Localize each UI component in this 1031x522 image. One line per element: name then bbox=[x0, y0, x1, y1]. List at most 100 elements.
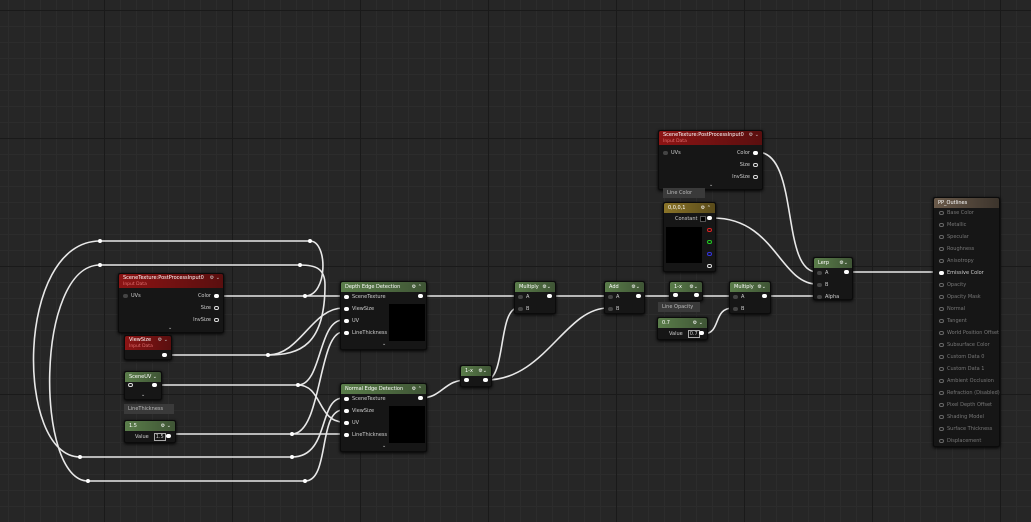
expand-chevron-icon[interactable]: ⌄ bbox=[141, 392, 145, 398]
output-pin[interactable] bbox=[418, 396, 423, 400]
output-pin[interactable] bbox=[152, 383, 157, 387]
output-pin-size[interactable]: Size bbox=[201, 305, 219, 311]
output-pin-specular[interactable]: Specular bbox=[939, 234, 969, 240]
output-pin-anisotropy[interactable]: Anisotropy bbox=[939, 258, 974, 264]
line-color-constant-node[interactable]: 0,0,0,1 ⚙ ⌃ Constant bbox=[663, 202, 716, 272]
output-pin-emissive-color[interactable]: Emissive Color bbox=[939, 270, 984, 276]
output-pin-opacity-mask[interactable]: Opacity Mask bbox=[939, 294, 981, 300]
node-options-icon[interactable]: ⚙ ⌄ bbox=[158, 337, 168, 343]
node-options-icon[interactable]: ⚙⌄ bbox=[689, 284, 698, 290]
output-pin-invsize[interactable]: InvSize bbox=[193, 317, 219, 323]
input-pin-uvs[interactable]: UVs bbox=[663, 150, 681, 156]
output-pin-custom-data-0[interactable]: Custom Data 0 bbox=[939, 354, 984, 360]
material-graph-canvas[interactable]: SceneTexture:PostProcessInput0 Input Data… bbox=[0, 0, 1031, 522]
constant-color-swatch[interactable]: Constant bbox=[675, 216, 707, 222]
material-output-node[interactable]: PP_Outlines Base Color Metallic Specular Ro… bbox=[933, 197, 1000, 447]
node-options-icon[interactable]: ⚙ ⌄ bbox=[693, 320, 703, 326]
collapse-icon[interactable]: ⚙ ⌃ bbox=[412, 386, 422, 392]
one-minus-node-2[interactable]: 1-x ⚙⌄ bbox=[669, 281, 703, 301]
output-pin[interactable] bbox=[166, 434, 171, 438]
output-pin-size[interactable]: Size bbox=[740, 162, 758, 168]
scene-uv-node[interactable]: SceneUV ⌄ ⌄ bbox=[124, 371, 162, 400]
input-pin-b[interactable]: B bbox=[518, 306, 529, 312]
output-pin[interactable] bbox=[844, 270, 849, 274]
expand-chevron-icon[interactable]: ⌄ bbox=[382, 341, 386, 347]
node-options-icon[interactable]: ⚙⌄ bbox=[478, 368, 487, 374]
node-options-icon[interactable]: ⚙⌄ bbox=[757, 284, 766, 290]
input-pin-linethickness[interactable]: LineThickness bbox=[344, 432, 387, 438]
output-pin-opacity[interactable]: Opacity bbox=[939, 282, 966, 288]
node-options-icon[interactable]: ⚙ ⌄ bbox=[210, 275, 220, 281]
output-pin[interactable] bbox=[483, 378, 488, 382]
output-pin-normal[interactable]: Normal bbox=[939, 306, 965, 312]
output-pin[interactable] bbox=[418, 294, 423, 298]
node-options-icon[interactable]: ⚙ ⌄ bbox=[161, 423, 171, 429]
value-field[interactable]: Value 1.5 bbox=[135, 433, 166, 441]
node-options-icon[interactable]: ⚙⌄ bbox=[631, 284, 640, 290]
input-pin-viewsize[interactable]: ViewSize bbox=[344, 306, 374, 312]
normal-edge-detection-node[interactable]: Normal Edge Detection ⚙ ⌃ SceneTexture Vi… bbox=[340, 383, 427, 452]
output-pin-pixel-depth-offset[interactable]: Pixel Depth Offset bbox=[939, 402, 992, 408]
chevron-down-icon[interactable]: ⌄ bbox=[153, 374, 157, 380]
multiply-node-2[interactable]: Multiply ⚙⌄ A B bbox=[729, 281, 771, 314]
input-pin-a[interactable]: A bbox=[608, 294, 619, 300]
node-options-icon[interactable]: ⚙⌄ bbox=[839, 260, 848, 266]
input-pin-scenetexture[interactable]: SceneTexture bbox=[344, 294, 386, 300]
output-pin-invsize[interactable]: InvSize bbox=[732, 174, 758, 180]
output-pin-tangent[interactable]: Tangent bbox=[939, 318, 967, 324]
input-pin-linethickness[interactable]: LineThickness bbox=[344, 330, 387, 336]
collapse-icon[interactable]: ⚙ ⌃ bbox=[412, 284, 422, 290]
collapse-icon[interactable]: ⚙ ⌃ bbox=[701, 205, 711, 211]
view-size-node[interactable]: ViewSize Input Data ⚙ ⌄ bbox=[124, 335, 172, 360]
input-pin-uvs[interactable]: UVs bbox=[123, 293, 141, 299]
input-pin[interactable] bbox=[128, 383, 133, 387]
input-pin-b[interactable]: B bbox=[608, 306, 619, 312]
input-pin-b[interactable]: B bbox=[817, 282, 828, 288]
output-pin[interactable] bbox=[694, 293, 699, 297]
output-pin[interactable] bbox=[547, 294, 552, 298]
output-pin-displacement[interactable]: Displacement bbox=[939, 438, 981, 444]
input-pin-scenetexture[interactable]: SceneTexture bbox=[344, 396, 386, 402]
input-pin-a[interactable]: A bbox=[733, 294, 744, 300]
scene-texture-node-right[interactable]: SceneTexture:PostProcessInput0 Input Data… bbox=[658, 130, 763, 190]
input-pin[interactable] bbox=[673, 293, 678, 297]
input-pin-alpha[interactable]: Alpha bbox=[817, 294, 839, 300]
output-pin[interactable] bbox=[699, 331, 704, 335]
depth-edge-detection-node[interactable]: Depth Edge Detection ⚙ ⌃ SceneTexture Vie… bbox=[340, 281, 427, 350]
line-opacity-param-node[interactable]: 0.7 ⚙ ⌄ Value 0.7 bbox=[657, 317, 708, 340]
node-options-icon[interactable]: ⚙⌄ bbox=[542, 284, 551, 290]
output-pin-g[interactable] bbox=[707, 240, 712, 244]
output-pin-r[interactable] bbox=[707, 228, 712, 232]
input-pin-uv[interactable]: UV bbox=[344, 318, 359, 324]
node-options-icon[interactable]: ⚙ ⌄ bbox=[749, 132, 759, 138]
output-pin[interactable] bbox=[762, 294, 767, 298]
output-pin-rgba[interactable] bbox=[707, 216, 712, 220]
multiply-node-1[interactable]: Multiply ⚙⌄ A B bbox=[514, 281, 556, 314]
output-pin-roughness[interactable]: Roughness bbox=[939, 246, 974, 252]
line-thickness-param-node[interactable]: 1.5 ⚙ ⌄ Value 1.5 bbox=[124, 420, 176, 443]
output-pin-refraction-disabled[interactable]: Refraction (Disabled) bbox=[939, 390, 1000, 396]
output-pin-color[interactable]: Color bbox=[737, 150, 758, 156]
input-pin-b[interactable]: B bbox=[733, 306, 744, 312]
output-pin-shading-model[interactable]: Shading Model bbox=[939, 414, 984, 420]
value-field[interactable]: Value 0.7 bbox=[669, 330, 700, 338]
input-pin-a[interactable]: A bbox=[817, 270, 828, 276]
input-pin-viewsize[interactable]: ViewSize bbox=[344, 408, 374, 414]
input-pin[interactable] bbox=[464, 378, 469, 382]
one-minus-node[interactable]: 1-x ⚙⌄ bbox=[460, 365, 492, 387]
output-pin[interactable] bbox=[162, 353, 167, 357]
input-pin-uv[interactable]: UV bbox=[344, 420, 359, 426]
output-pin-metallic[interactable]: Metallic bbox=[939, 222, 966, 228]
add-node[interactable]: Add ⚙⌄ A B bbox=[604, 281, 645, 314]
expand-chevron-icon[interactable]: ⌄ bbox=[168, 325, 172, 331]
output-pin-subsurface-color[interactable]: Subsurface Color bbox=[939, 342, 990, 348]
output-pin[interactable] bbox=[636, 294, 641, 298]
output-pin-custom-data-1[interactable]: Custom Data 1 bbox=[939, 366, 984, 372]
output-pin-ambient-occlusion[interactable]: Ambient Occlusion bbox=[939, 378, 994, 384]
output-pin-base-color[interactable]: Base Color bbox=[939, 210, 974, 216]
scene-texture-node-left[interactable]: SceneTexture:PostProcessInput0 Input Data… bbox=[118, 273, 224, 333]
lerp-node[interactable]: Lerp ⚙⌄ A B Alpha bbox=[813, 257, 853, 300]
output-pin-b[interactable] bbox=[707, 252, 712, 256]
expand-chevron-icon[interactable]: ⌄ bbox=[382, 443, 386, 449]
output-pin-surface-thickness[interactable]: Surface Thickness bbox=[939, 426, 992, 432]
